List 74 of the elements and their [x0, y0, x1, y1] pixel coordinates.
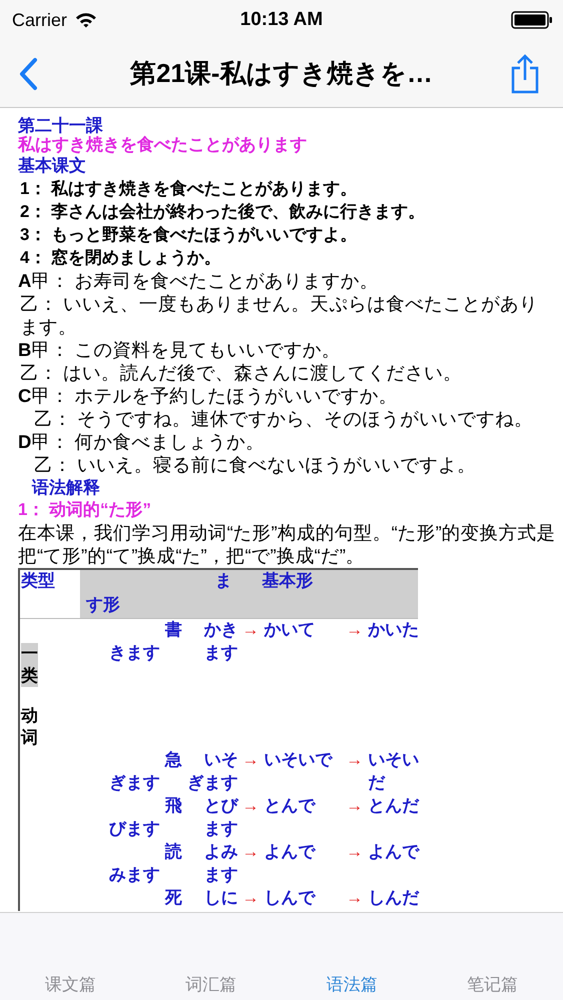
table-cell-text: いそ [203, 749, 238, 771]
dialogue-line: C甲： ホテルを予約したほうがいいですか。 [18, 384, 399, 407]
table-cell-text: とんだ [368, 795, 419, 817]
arrow-symbol: → [242, 749, 260, 771]
table-cell-text: とんで [264, 795, 315, 817]
screen-title: 第21课-私はすき焼きを… [130, 57, 433, 90]
table-header-cell-text: す形 [85, 594, 121, 616]
arrow-symbol: → [242, 795, 260, 817]
arrow-symbol: → [242, 887, 260, 909]
arrow-symbol: → [346, 619, 364, 641]
tab-item[interactable]: 语法篇 [282, 974, 422, 996]
dialogue-line: D甲： 何か食べましょうか。 [18, 430, 266, 453]
table-cell-text: かいて [264, 619, 315, 641]
sentence-text: 3： もっと野菜を食べたほうがいいですよ。 [19, 224, 358, 246]
lesson-number: 第二十一課 [18, 116, 104, 135]
table-cell-text: よみ [203, 841, 238, 863]
table-cell-text: かいた [368, 619, 419, 641]
table-cell-text: よんで [264, 841, 315, 863]
table-cell-text: だ [368, 772, 385, 794]
sentence-text: 1： 私はすき焼きを食べたことがあります。 [19, 178, 358, 200]
table-cell-text: 急 [164, 749, 182, 771]
table-cell-text: ます [203, 642, 238, 664]
clock: 10:13 AM [240, 8, 323, 32]
table-cell-text: ぎます [108, 772, 160, 794]
table-cell-text: ます [203, 864, 238, 886]
table-cell-text: しんだ [368, 887, 419, 909]
dialogue-line: 乙： そうですね。連休ですから、そのほうがいいですね。 [33, 407, 534, 430]
table-cell-text: ます [203, 818, 238, 840]
table-cell-text: 書 [164, 619, 182, 641]
table-cell-text: 死 [164, 887, 182, 909]
arrow-symbol: → [242, 619, 260, 641]
carrier-name: Carrier [12, 8, 68, 32]
table-cell-text: 読 [164, 841, 182, 863]
table-cell-text: よんで [368, 841, 419, 863]
table-cell-text: みます [108, 864, 160, 886]
wifi-icon [75, 12, 98, 28]
table-cell-text: 飛 [164, 795, 182, 817]
arrow-symbol: → [346, 841, 364, 863]
table-header-cell: 类型 [20, 570, 80, 618]
category-label: 动词 [21, 705, 38, 749]
section-heading: 基本课文 [18, 155, 87, 177]
table-header-cell-text: 基本形 [261, 570, 314, 592]
table-cell-text: とび [203, 795, 238, 817]
grammar-point: 1： 动词的“た形” [18, 499, 152, 521]
battery-icon [511, 10, 553, 30]
table-header-cell-text: ま [214, 570, 232, 592]
table-cell-text: びます [108, 818, 160, 840]
tab-item[interactable]: 课文篇 [0, 974, 141, 996]
arrow-symbol: → [346, 887, 364, 909]
tab-item[interactable]: 笔记篇 [422, 974, 563, 996]
back-icon [18, 57, 38, 91]
sentence-text: 2： 李さんは会社が終わった後で、飲みに行きます。 [19, 201, 426, 223]
dialogue-line: A甲： お寿司を食べたことがありますか。 [18, 269, 380, 292]
share-icon [510, 54, 540, 94]
table-cell-text: しに [203, 887, 238, 909]
sentence-text: 4： 窓を閉めましょうか。 [19, 247, 222, 269]
table-cell-text: かき [203, 619, 238, 641]
table-cell-text: いそい [368, 749, 419, 771]
tab-item[interactable]: 词汇篇 [140, 974, 282, 996]
arrow-symbol: → [346, 749, 364, 771]
arrow-symbol: → [242, 841, 260, 863]
dialogue-line: 乙： はい。読んだ後で、森さんに渡してください。 [19, 361, 464, 384]
arrow-symbol: → [346, 795, 364, 817]
dialogue-line: 乙： いいえ。寝る前に食べないほうがいいですよ。 [33, 453, 478, 476]
dialogue-line: B甲： この資料を見てもいいですか。 [18, 338, 342, 361]
dialogue-line: 乙： いいえ、一度もありません。天ぷらは食べたことがあります。 [19, 292, 540, 338]
table-cell-text: しんで [264, 887, 315, 909]
table-cell-text: ぎます [186, 772, 238, 794]
table-cell-text: いそいで [264, 749, 332, 771]
grammar-heading: 语法解释 [30, 477, 101, 499]
table-cell-text: きます [108, 642, 160, 664]
paragraph-text: 在本课，我们学习用动词“た形”构成的句型。“た形”的变换方式是把“て形”的“て”换成“た”，把“で”换成“だ”。 [18, 521, 557, 567]
lesson-title: 私はすき焼きを食べたことがあります [18, 135, 308, 155]
category-label: 一类 [21, 643, 38, 687]
